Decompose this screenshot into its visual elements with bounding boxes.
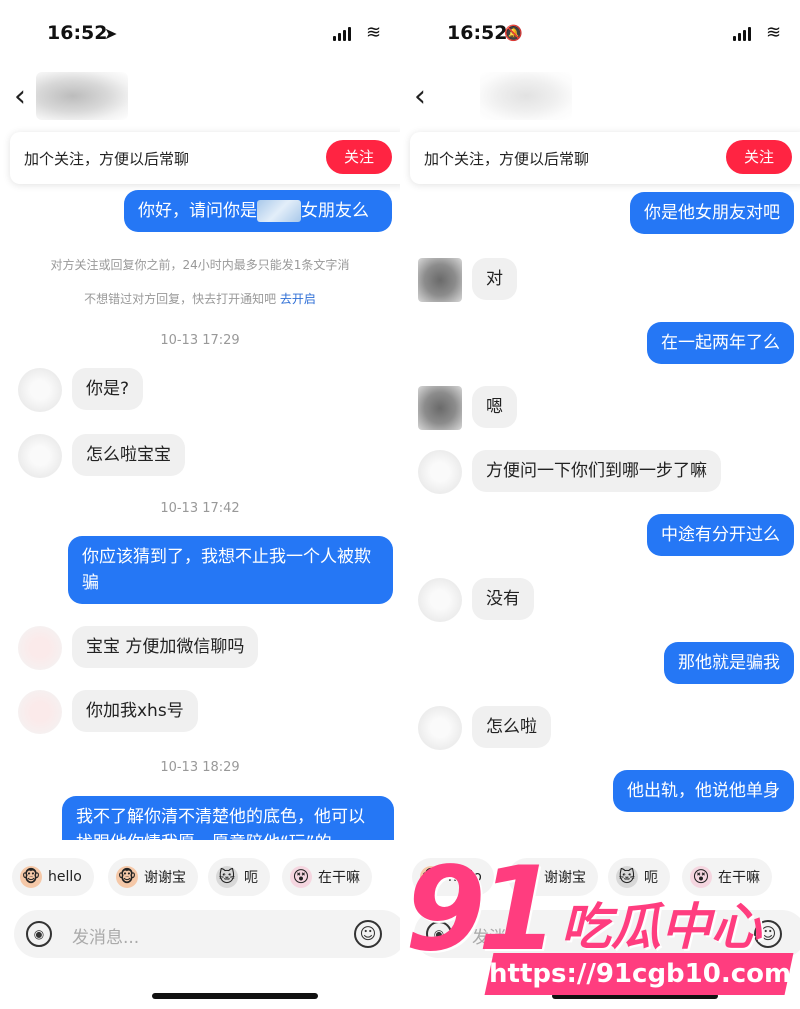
monkey-emoji-icon: 🐵	[20, 866, 42, 888]
quick-reply-uh[interactable]: 🐱 呃	[608, 858, 670, 896]
voice-icon[interactable]: ◉	[426, 921, 452, 947]
message-input-bar[interactable]: ◉ 发消息... ☺	[414, 910, 800, 958]
follow-button[interactable]: 关注	[326, 140, 392, 174]
message-bubble-incoming[interactable]: 方便问一下你们到哪一步了嘛	[472, 450, 721, 492]
message-bubble-incoming[interactable]: 对	[472, 258, 517, 300]
quick-reply-thanks[interactable]: 🐵 谢谢宝	[108, 858, 198, 896]
message-list: 你好，请问你是 女朋友么 对方关注或回复你之前，24小时内最多只能发1条文字消 不…	[0, 184, 400, 840]
cat-emoji-icon: 🐱	[616, 866, 638, 888]
status-bar: 16:52 🔕 ≋	[400, 0, 800, 68]
sticker-emoji-icon: 😵	[690, 866, 712, 888]
follow-prompt-text: 加个关注，方便以后常聊	[424, 150, 590, 168]
notification-notice: 不想错过对方回复，快去打开通知吧 去开启	[84, 292, 316, 306]
status-time: 16:52	[447, 22, 508, 44]
smiley-icon[interactable]: ☺	[354, 920, 382, 948]
status-time: 16:52	[47, 22, 108, 44]
message-bubble-incoming[interactable]: 宝宝 方便加微信聊吗	[72, 626, 259, 668]
avatar[interactable]	[418, 450, 462, 494]
location-arrow-icon: ➤	[104, 24, 118, 43]
wifi-icon: ≋	[766, 22, 782, 43]
message-bubble-incoming[interactable]: 嗯	[472, 386, 517, 428]
message-input-bar[interactable]: ◉ 发消息... ☺	[14, 910, 400, 958]
message-bubble-outgoing[interactable]: 中途有分开过么	[647, 514, 794, 556]
follow-prompt-bar: 加个关注，方便以后常聊 关注	[410, 132, 800, 184]
monkey-emoji-icon: 🐵	[516, 866, 538, 888]
send-limit-notice: 对方关注或回复你之前，24小时内最多只能发1条文字消	[50, 258, 350, 272]
avatar[interactable]	[418, 706, 462, 750]
avatar[interactable]	[418, 258, 462, 302]
back-chevron-icon[interactable]: ‹	[14, 82, 36, 112]
monkey-emoji-icon: 🐵	[116, 866, 138, 888]
message-input[interactable]: 发消息...	[72, 923, 139, 948]
follow-button[interactable]: 关注	[726, 140, 792, 174]
message-bubble-outgoing[interactable]: 你好，请问你是 女朋友么	[124, 190, 392, 232]
enable-notification-link[interactable]: 去开启	[280, 292, 316, 306]
quick-reply-whatsup[interactable]: 😵 在干嘛	[682, 858, 772, 896]
message-bubble-outgoing[interactable]: 他出轨，他说他单身	[613, 770, 794, 812]
avatar[interactable]	[18, 626, 62, 670]
signal-icon	[733, 27, 751, 45]
avatar[interactable]	[18, 368, 62, 412]
avatar[interactable]	[18, 434, 62, 478]
message-input[interactable]: 发消息...	[472, 923, 539, 948]
cat-emoji-icon: 🐱	[216, 866, 238, 888]
timestamp: 10-13 17:42	[160, 501, 240, 516]
quick-reply-uh[interactable]: 🐱 呃	[208, 858, 270, 896]
message-bubble-outgoing[interactable]: 你应该猜到了，我想不止我一个人被欺骗	[68, 536, 393, 604]
timestamp: 10-13 17:29	[160, 333, 240, 348]
message-bubble-outgoing[interactable]: 我不了解你清不清楚他的底色，他可以找跟他你情我愿，愿意陪他“玩”的	[62, 796, 394, 840]
avatar[interactable]	[418, 578, 462, 622]
left-chat-screen: 16:52 ➤ ≋ ‹ 加个关注，方便以后常聊 关注 你好，请问你是 女朋友么 对…	[0, 0, 400, 1009]
follow-prompt-text: 加个关注，方便以后常聊	[24, 150, 190, 168]
message-bubble-incoming[interactable]: 你是?	[72, 368, 144, 410]
quick-reply-thanks[interactable]: 🐵 谢谢宝	[508, 858, 598, 896]
quick-reply-bar: 🐵 hello 🐵 谢谢宝 🐱 呃 😵 在干嘛	[0, 856, 400, 900]
quick-reply-hello[interactable]: 🐵 hello	[12, 858, 94, 896]
quick-reply-whatsup[interactable]: 😵 在干嘛	[282, 858, 372, 896]
timestamp: 10-13 18:29	[160, 760, 240, 775]
home-indicator	[152, 993, 318, 999]
message-list: 你是他女朋友对吧 对 在一起两年了么 嗯 方便问一下你们到哪一步了嘛 中途有分开…	[400, 184, 800, 840]
message-bubble-outgoing[interactable]: 你是他女朋友对吧	[630, 192, 794, 234]
voice-icon[interactable]: ◉	[26, 921, 52, 947]
mute-bell-icon: 🔕	[504, 24, 523, 42]
message-bubble-incoming[interactable]: 没有	[472, 578, 534, 620]
wifi-icon: ≋	[366, 22, 382, 43]
smiley-icon[interactable]: ☺	[754, 920, 782, 948]
message-bubble-incoming[interactable]: 怎么啦	[472, 706, 551, 748]
quick-reply-bar: 🐵 hello 🐵 谢谢宝 🐱 呃 😵 在干嘛	[400, 856, 800, 900]
avatar[interactable]	[418, 386, 462, 430]
monkey-emoji-icon: 🐵	[420, 866, 442, 888]
quick-reply-hello[interactable]: 🐵 hello	[412, 858, 494, 896]
back-chevron-icon[interactable]: ‹	[414, 82, 436, 112]
chat-header: ‹	[400, 70, 800, 126]
signal-icon	[333, 27, 351, 45]
follow-prompt-bar: 加个关注，方便以后常聊 关注	[10, 132, 400, 184]
message-bubble-outgoing[interactable]: 在一起两年了么	[647, 322, 794, 364]
avatar[interactable]	[18, 690, 62, 734]
right-chat-screen: 16:52 🔕 ≋ ‹ 加个关注，方便以后常聊 关注 你是他女朋友对吧 对 在一…	[400, 0, 800, 1009]
status-bar: 16:52 ➤ ≋	[0, 0, 400, 68]
message-bubble-incoming[interactable]: 你加我xhs号	[72, 690, 198, 732]
sticker-emoji-icon: 😵	[290, 866, 312, 888]
message-bubble-incoming[interactable]: 怎么啦宝宝	[72, 434, 185, 476]
blurred-username	[36, 72, 128, 120]
blurred-name	[257, 200, 301, 222]
chat-header: ‹	[0, 70, 400, 126]
home-indicator	[552, 993, 718, 999]
message-bubble-outgoing[interactable]: 那他就是骗我	[664, 642, 794, 684]
blurred-username	[480, 72, 572, 120]
